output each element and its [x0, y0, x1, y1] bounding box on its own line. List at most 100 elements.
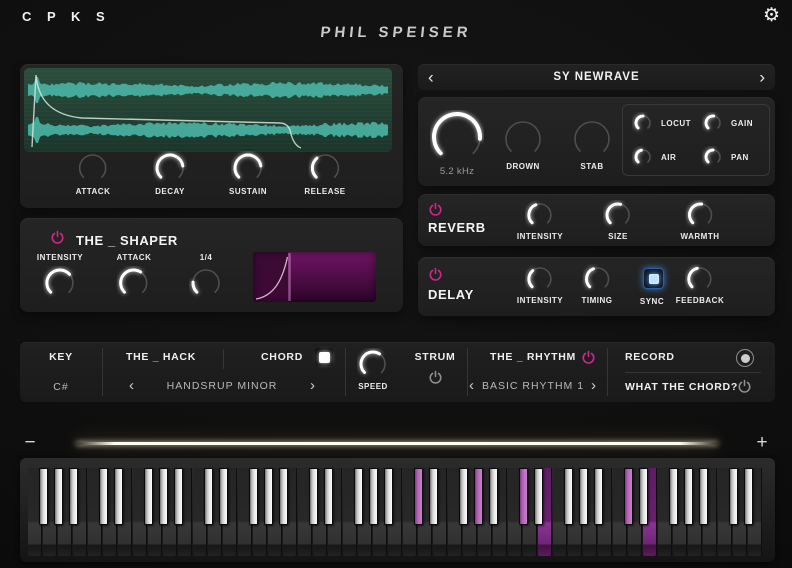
gain-knob[interactable]: GAIN	[702, 112, 753, 134]
knob-dial[interactable]	[525, 200, 555, 230]
black-key-D#6[interactable]	[638, 468, 648, 525]
decay-knob[interactable]: DECAY	[153, 151, 187, 196]
knob-dial[interactable]	[702, 146, 724, 168]
black-key-A#3[interactable]	[278, 468, 288, 525]
rhythm-prev-icon[interactable]: ‹	[469, 378, 474, 393]
settings-gear-icon[interactable]: ⚙	[763, 4, 780, 27]
key-value[interactable]: C#	[53, 381, 68, 393]
knob-dial[interactable]	[231, 151, 265, 185]
black-key-G#6[interactable]	[578, 468, 588, 525]
black-key-C#2[interactable]	[203, 468, 213, 525]
knob-dial[interactable]	[189, 266, 223, 300]
black-key-D#4[interactable]	[428, 468, 438, 525]
range-minus-button[interactable]: −	[24, 432, 35, 454]
pan-knob[interactable]: PAN	[702, 146, 749, 168]
shaper-power-icon[interactable]	[50, 230, 65, 245]
black-key-G#4[interactable]	[368, 468, 378, 525]
delay-intensity-knob[interactable]: INTENSITY	[517, 264, 563, 305]
what-the-chord-power-icon[interactable]	[737, 379, 752, 394]
hack-selection[interactable]: HANDSRUP MINOR	[167, 380, 278, 392]
attack-knob[interactable]: ATTACK	[76, 151, 111, 196]
delay-timing-knob[interactable]: TIMING	[582, 264, 613, 305]
black-key-D#1[interactable]	[113, 468, 123, 525]
knob-dial[interactable]	[702, 112, 724, 134]
black-key-F#1[interactable]	[38, 468, 48, 525]
reverb-power-icon[interactable]	[428, 202, 443, 217]
black-key-C#3[interactable]	[308, 468, 318, 525]
release-knob[interactable]: RELEASE	[304, 151, 345, 196]
black-key-C#7[interactable]	[728, 468, 738, 525]
black-key-A#2[interactable]	[173, 468, 183, 525]
delay-sync-button[interactable]	[643, 268, 664, 289]
black-key-F#5[interactable]	[458, 468, 468, 525]
knob-dial[interactable]	[430, 110, 484, 164]
knob-dial[interactable]	[603, 200, 633, 230]
black-key-F#3[interactable]	[248, 468, 258, 525]
black-key-A#1[interactable]	[68, 468, 78, 525]
knob-dial[interactable]	[502, 118, 544, 160]
black-key-D#2[interactable]	[218, 468, 228, 525]
black-key-F#2[interactable]	[143, 468, 153, 525]
drown-knob[interactable]: DROWN	[502, 118, 544, 171]
knob-dial[interactable]	[525, 264, 555, 294]
black-key-G#3[interactable]	[263, 468, 273, 525]
black-key-G#2[interactable]	[158, 468, 168, 525]
black-key-A#4[interactable]	[383, 468, 393, 525]
black-key-C#1[interactable]	[98, 468, 108, 525]
reverb-size-knob[interactable]: SIZE	[603, 200, 633, 241]
black-key-C#6[interactable]	[623, 468, 633, 525]
knob-dial[interactable]	[582, 264, 612, 294]
key-range-slider[interactable]	[76, 442, 718, 445]
black-key-F#7[interactable]	[668, 468, 678, 525]
black-key-G#1[interactable]	[53, 468, 63, 525]
cutoff-knob[interactable]: 5.2 kHz	[430, 110, 484, 177]
hack-next-icon[interactable]: ›	[310, 378, 315, 393]
black-key-D#7[interactable]	[743, 468, 753, 525]
stab-knob[interactable]: STAB	[571, 118, 613, 171]
delay-power-icon[interactable]	[428, 267, 443, 282]
reverb-intensity-knob[interactable]: INTENSITY	[517, 200, 563, 241]
reverb-warmth-knob[interactable]: WARMTH	[681, 200, 720, 241]
knob-dial[interactable]	[571, 118, 613, 160]
black-key-G#7[interactable]	[683, 468, 693, 525]
black-key-G#5[interactable]	[473, 468, 483, 525]
sustain-knob[interactable]: SUSTAIN	[229, 151, 267, 196]
preset-next-icon[interactable]: ›	[759, 69, 765, 86]
knob-dial[interactable]	[632, 146, 654, 168]
black-key-C#4[interactable]	[413, 468, 423, 525]
knob-dial[interactable]	[117, 266, 151, 300]
knob-dial[interactable]	[308, 151, 342, 185]
black-key-D#3[interactable]	[323, 468, 333, 525]
knob-dial[interactable]	[357, 348, 389, 380]
knob-dial[interactable]	[685, 264, 715, 294]
shaper-intensity-knob[interactable]: INTENSITY	[37, 253, 83, 300]
knob-dial[interactable]	[685, 200, 715, 230]
rhythm-next-icon[interactable]: ›	[591, 378, 596, 393]
shaper-attack-knob[interactable]: ATTACK	[117, 253, 152, 300]
rhythm-power-icon[interactable]	[581, 350, 596, 365]
black-key-A#7[interactable]	[698, 468, 708, 525]
knob-dial[interactable]	[153, 151, 187, 185]
preset-prev-icon[interactable]: ‹	[428, 69, 434, 86]
strum-power-icon[interactable]	[428, 370, 443, 385]
black-key-D#5[interactable]	[533, 468, 543, 525]
rhythm-selection[interactable]: BASIC RHYTHM 1	[482, 380, 584, 392]
black-key-A#6[interactable]	[593, 468, 603, 525]
range-plus-button[interactable]: +	[756, 432, 767, 454]
delay-feedback-knob[interactable]: FEEDBACK	[676, 264, 724, 305]
air-knob[interactable]: AIR	[632, 146, 676, 168]
shaper-rate-knob[interactable]: 1/4	[189, 253, 223, 300]
black-key-F#6[interactable]	[563, 468, 573, 525]
black-key-C#5[interactable]	[518, 468, 528, 525]
knob-dial[interactable]	[76, 151, 110, 185]
knob-dial[interactable]	[632, 112, 654, 134]
strum-speed-knob[interactable]: SPEED	[357, 348, 389, 391]
knob-dial[interactable]	[43, 266, 77, 300]
chord-toggle[interactable]	[315, 348, 333, 366]
black-key-F#4[interactable]	[353, 468, 363, 525]
hack-prev-icon[interactable]: ‹	[129, 378, 134, 393]
preset-name[interactable]: SY NEWRAVE	[553, 71, 639, 83]
black-key-A#5[interactable]	[488, 468, 498, 525]
locut-knob[interactable]: LOCUT	[632, 112, 691, 134]
record-button[interactable]	[736, 349, 754, 367]
